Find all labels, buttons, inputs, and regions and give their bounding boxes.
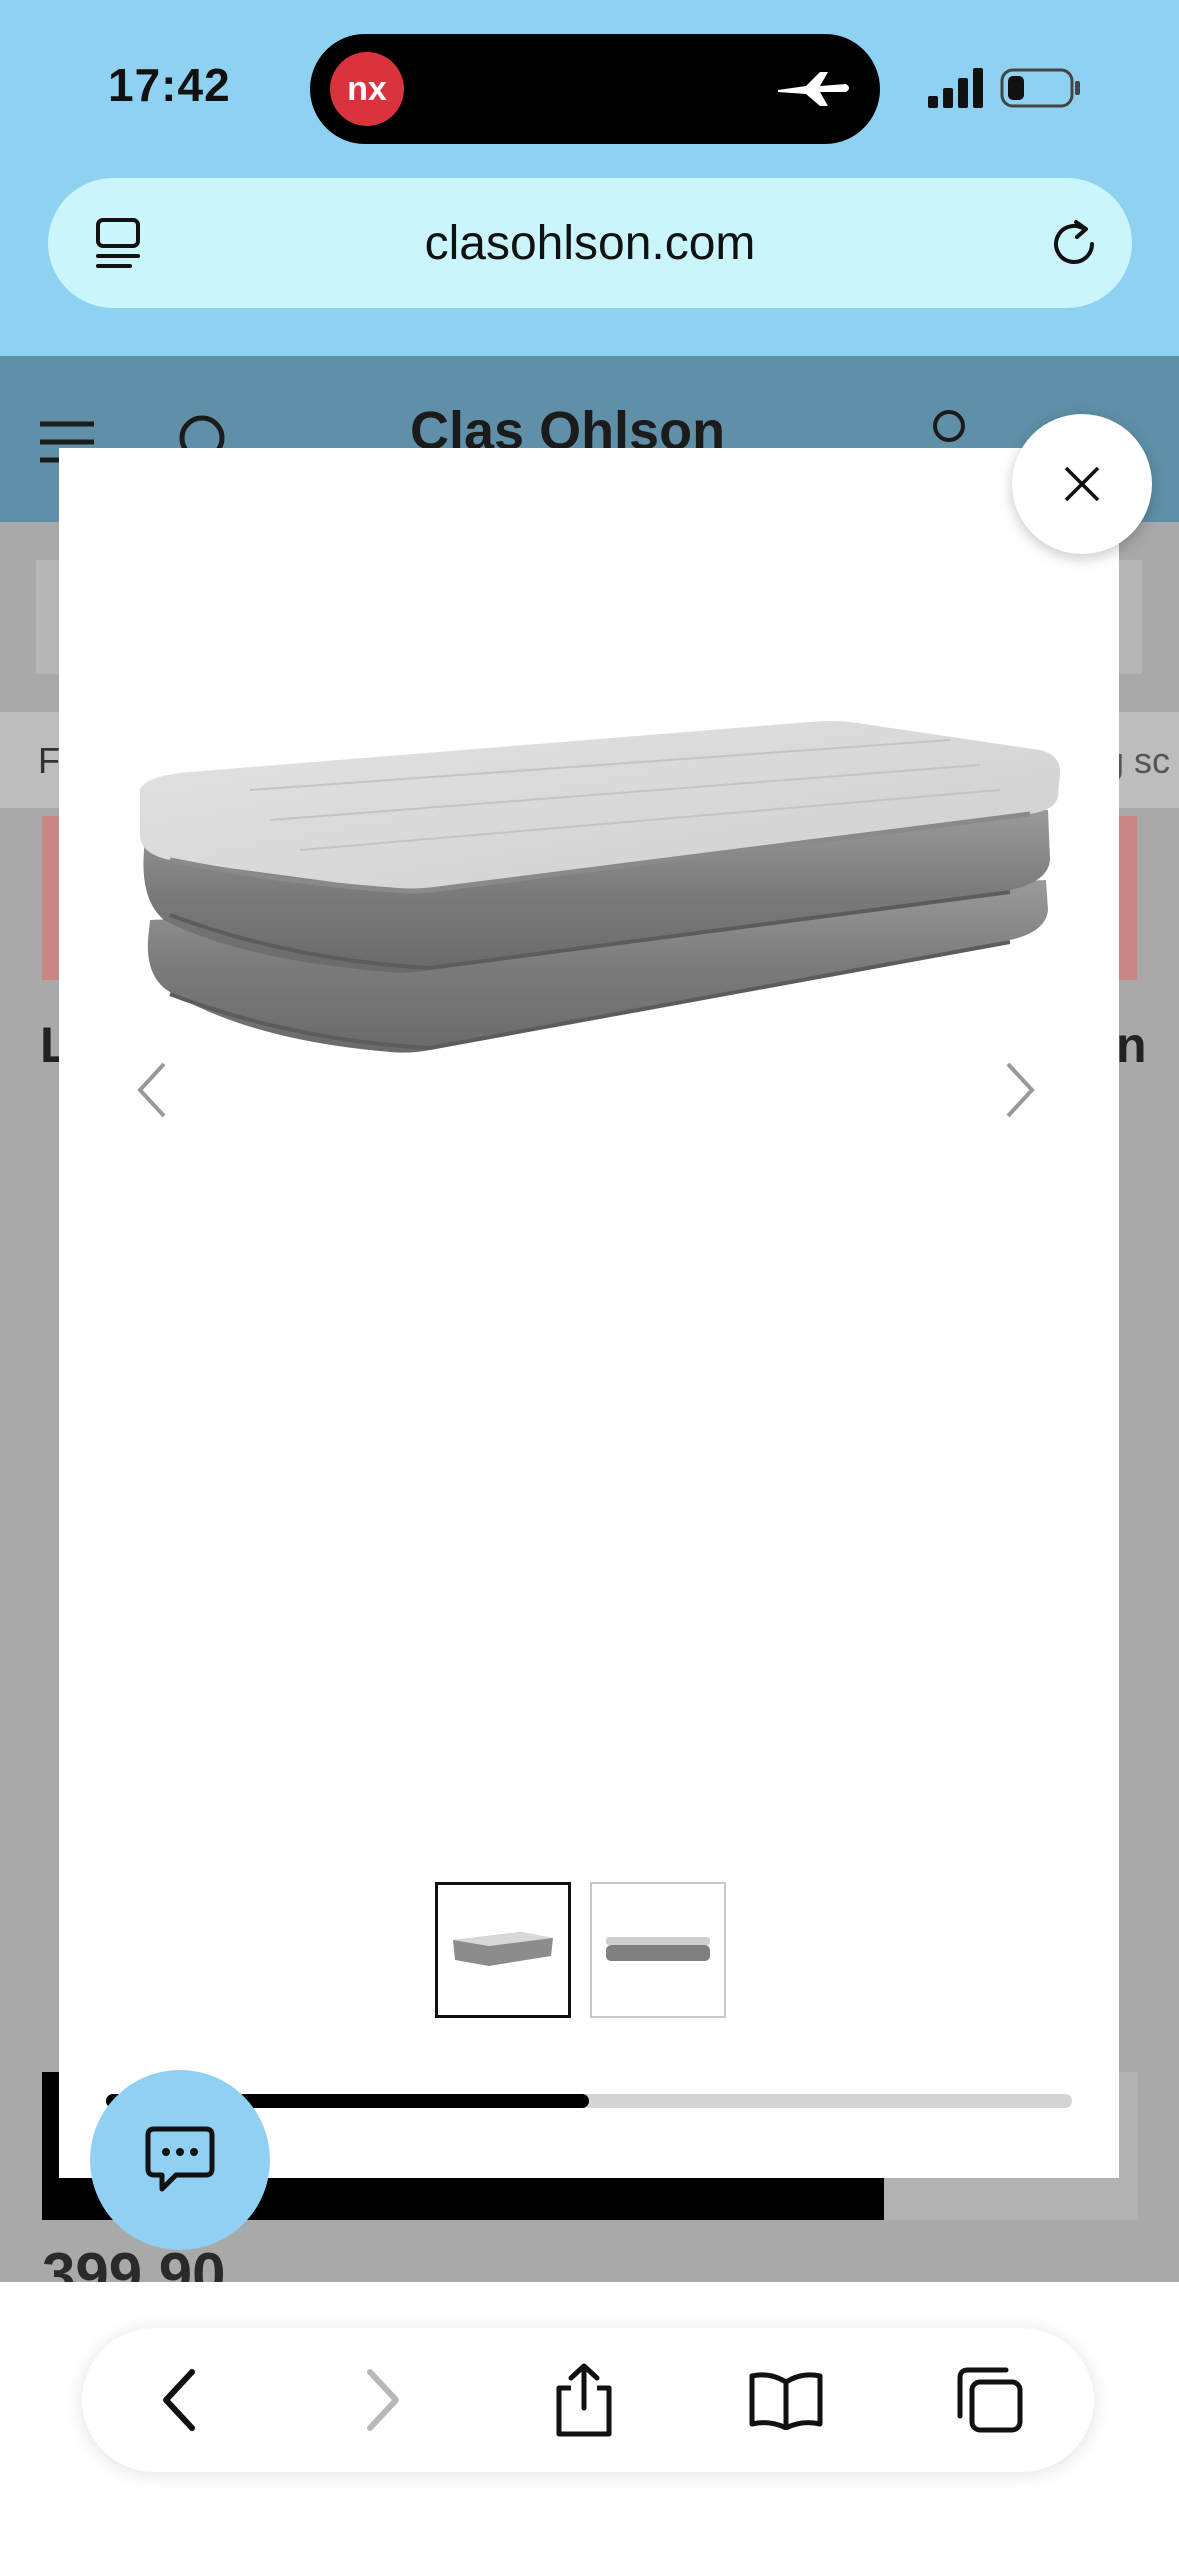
tabs-icon bbox=[957, 2367, 1023, 2433]
airplane-icon bbox=[778, 72, 849, 106]
gallery-thumbnail-2[interactable] bbox=[590, 1882, 726, 2018]
thumbnail-mattress-side-image bbox=[606, 1937, 710, 1961]
back-button[interactable] bbox=[136, 2358, 220, 2442]
thumbnail-mattress-image bbox=[453, 1932, 553, 1966]
bookmarks-button[interactable] bbox=[744, 2358, 828, 2442]
product-title-fragment-right: n bbox=[1116, 1017, 1147, 1073]
browser-toolbar bbox=[82, 2328, 1094, 2472]
bookmarks-icon bbox=[749, 2372, 823, 2430]
share-icon bbox=[556, 2363, 612, 2437]
url-text[interactable]: clasohlson.com bbox=[48, 216, 1132, 271]
breadcrumb-text-left: F bbox=[38, 740, 60, 781]
battery-icon bbox=[1000, 68, 1080, 108]
close-button[interactable] bbox=[1012, 414, 1152, 554]
back-icon bbox=[163, 2369, 195, 2431]
chat-button[interactable] bbox=[90, 2070, 270, 2250]
image-gallery-modal bbox=[59, 448, 1119, 2178]
chevron-left-icon[interactable] bbox=[132, 1060, 172, 1120]
address-bar[interactable]: clasohlson.com bbox=[48, 178, 1132, 308]
gallery-thumbnail-1[interactable] bbox=[435, 1882, 571, 2018]
chevron-right-icon[interactable] bbox=[1000, 1060, 1040, 1120]
product-image-air-mattress bbox=[140, 721, 1061, 1053]
status-time: 17:42 bbox=[108, 59, 231, 111]
app-badge: nx bbox=[330, 52, 404, 126]
chat-icon bbox=[145, 2126, 215, 2192]
tabs-button[interactable] bbox=[948, 2358, 1032, 2442]
close-icon bbox=[1064, 466, 1100, 502]
signal-icon bbox=[928, 68, 983, 108]
reload-icon[interactable] bbox=[1046, 216, 1102, 272]
share-button[interactable] bbox=[542, 2358, 626, 2442]
forward-button[interactable] bbox=[342, 2358, 426, 2442]
forward-icon bbox=[367, 2369, 399, 2431]
